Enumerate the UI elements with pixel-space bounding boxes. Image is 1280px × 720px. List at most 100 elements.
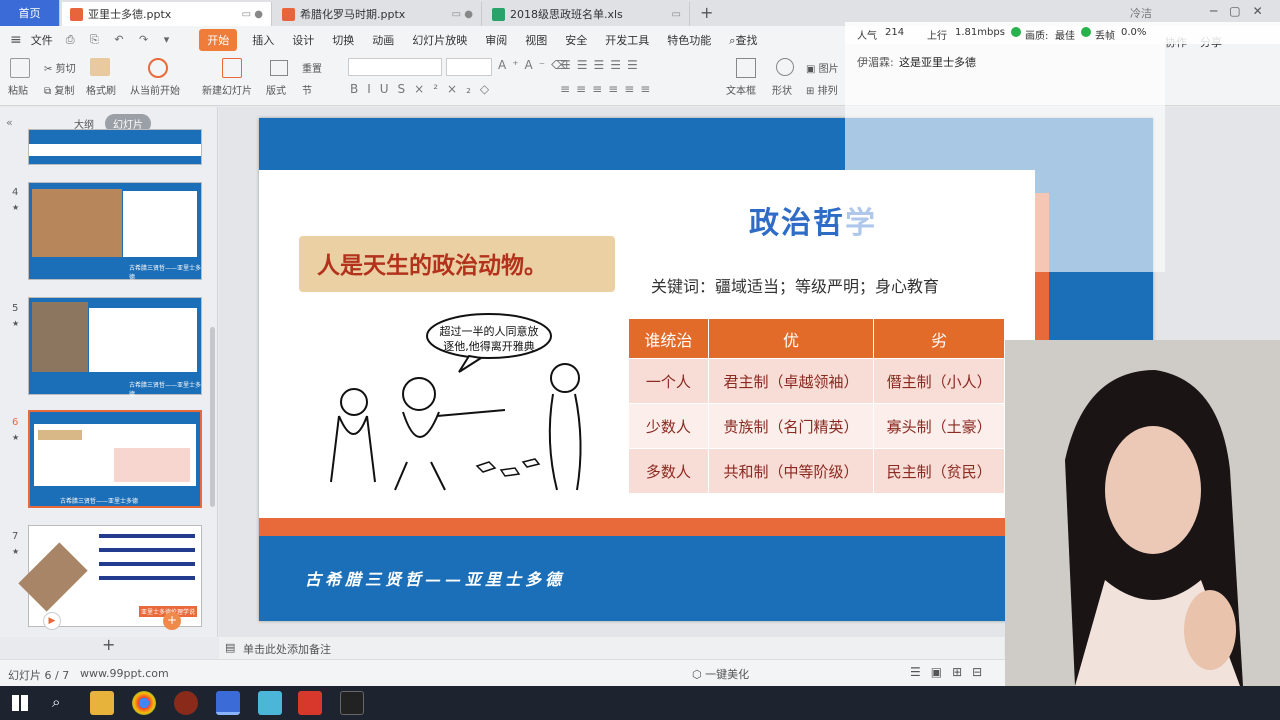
layout-button[interactable]: 版式 [266, 82, 286, 97]
tab-close-icon[interactable]: ▭ ● [242, 9, 263, 20]
add-slide-button[interactable]: + [102, 635, 115, 654]
arrange-label: 排列 [817, 86, 838, 97]
format-painter-button[interactable]: 格式刷 [86, 82, 116, 97]
loss-value: 0.0% [1121, 27, 1147, 38]
menu-animation[interactable]: 动画 [372, 32, 394, 48]
new-slide-icon[interactable] [222, 58, 242, 78]
thumb-card [123, 191, 197, 257]
beautify-label: 一键美化 [705, 668, 750, 681]
thumb-text-line [99, 534, 195, 538]
viewers-label: 人气 [857, 31, 877, 42]
obs-icon[interactable] [340, 691, 364, 715]
menu-transitions[interactable]: 切换 [332, 32, 354, 48]
cut-button[interactable]: ✂ 剪切 [44, 60, 76, 75]
add-slide-float-button[interactable]: + [163, 612, 181, 630]
font-size-select[interactable] [446, 58, 492, 76]
slide-thumbnail-3[interactable] [28, 129, 202, 165]
menu-view[interactable]: 视图 [525, 32, 547, 48]
picture-button[interactable]: ▣ 图片 [806, 60, 839, 75]
tab-close-icon[interactable]: ▭ ● [452, 9, 473, 20]
user-name[interactable]: 冷洁 [1130, 5, 1152, 21]
quick-access-icons[interactable]: ⎙ ⎘ ↶ ↷ ▾ [66, 33, 176, 47]
comment-user: 伊湄霖: [857, 56, 894, 69]
shape-icon[interactable] [776, 58, 794, 76]
tab-home[interactable]: 首页 [0, 0, 60, 26]
tab-class-list-xls[interactable]: 2018级思政班名单.xls ▭ [484, 2, 690, 26]
menu-design[interactable]: 设计 [292, 32, 314, 48]
webcam-portrait [1005, 340, 1280, 686]
app-icon[interactable] [258, 691, 282, 715]
thumb-band [29, 144, 201, 156]
start-from-current-button[interactable]: 从当前开始 [130, 82, 180, 97]
menu-review[interactable]: 审阅 [485, 32, 507, 48]
paste-button[interactable]: 粘贴 [8, 82, 28, 97]
textbox-icon[interactable] [736, 58, 756, 78]
menu-file[interactable]: 文件 [31, 32, 53, 48]
picture-icon: ▣ [806, 64, 816, 75]
menu-features[interactable]: 特色功能 [667, 32, 711, 48]
thumb-text-line [99, 576, 195, 580]
thumb-text-line [99, 548, 195, 552]
slide-thumbnail-5[interactable]: 古希腊三贤哲——亚里士多德 [28, 297, 202, 398]
tab-home-label: 首页 [18, 7, 41, 20]
tab-hellenistic-pptx[interactable]: 希腊化罗马时期.pptx ▭ ● [274, 2, 482, 26]
loss-status-icon [1081, 27, 1091, 37]
layout-icon[interactable] [270, 60, 288, 76]
arrange-button[interactable]: ⊞ 排列 [806, 82, 838, 97]
font-style-buttons[interactable]: BIUS×²×₂◇ [350, 82, 498, 96]
format-painter-icon[interactable] [90, 58, 110, 76]
cut-label: 剪切 [55, 64, 76, 75]
thumb-banner [38, 430, 82, 440]
play-slide-button[interactable]: ▶ [43, 612, 61, 630]
loss-label: 丢帧 [1095, 31, 1115, 42]
thumb-image [18, 542, 88, 612]
menu-slideshow[interactable]: 幻灯片放映 [412, 32, 467, 48]
windows-start-icon[interactable] [12, 695, 28, 711]
app-icon[interactable] [174, 691, 198, 715]
paragraph-icons[interactable]: ☰☰☰☰☰ [560, 58, 644, 72]
chrome-icon[interactable] [132, 691, 156, 715]
panel-scrollbar[interactable] [210, 327, 215, 507]
menu-home[interactable]: 开始 [199, 29, 238, 51]
section-button[interactable]: 节 [302, 82, 312, 97]
app-icon[interactable] [298, 691, 322, 715]
view-mode-icons[interactable]: ☰▣⊞⊟ [910, 665, 992, 679]
reset-button[interactable]: 重置 [302, 60, 322, 75]
slide-thumbnail-6[interactable]: 古希腊三贤哲——亚里士多德 [28, 410, 202, 508]
hamburger-icon[interactable]: ≡ [10, 32, 22, 48]
slide-thumbnail-7[interactable]: 亚里士多德伦理学说 ▶ + [18, 525, 202, 630]
play-icon[interactable] [148, 58, 168, 78]
new-slide-button[interactable]: 新建幻灯片 [202, 82, 252, 97]
file-explorer-icon[interactable] [90, 691, 114, 715]
paste-icon[interactable] [10, 58, 30, 78]
new-tab-button[interactable]: + [700, 3, 713, 22]
window-controls[interactable]: ─▢✕ [1210, 4, 1275, 18]
tab-aristotle-pptx[interactable]: 亚里士多德.pptx ▭ ● [62, 2, 272, 26]
table-header-cell: 谁统治 [628, 318, 709, 359]
notes-pane[interactable]: ▤ 单击此处添加备注 [219, 637, 1004, 659]
slide-thumbnail-4[interactable]: 古希腊三贤哲——亚里士多德 [28, 182, 202, 281]
tab-close-icon[interactable]: ▭ [672, 9, 681, 20]
font-name-select[interactable] [348, 58, 442, 76]
menu-find[interactable]: ⌕查找 [729, 32, 757, 48]
speech-bubble-text: 超过一半的人同意放 逐他,他得离开雅典 [439, 324, 539, 354]
speech-bubble-line-2: 逐他,他得离开雅典 [443, 340, 535, 353]
beautify-button[interactable]: ⬡ 一键美化 [692, 666, 749, 682]
menu-security[interactable]: 安全 [565, 32, 587, 48]
collapse-panel-icon[interactable]: « [6, 116, 13, 129]
table-cell: 少数人 [628, 403, 709, 449]
table-cell: 寡头制（土豪） [873, 403, 1005, 449]
copy-button[interactable]: ⧉ 复制 [44, 82, 74, 97]
menu-insert[interactable]: 插入 [252, 32, 274, 48]
align-icons[interactable]: ≡≡≡≡≡≡ [560, 82, 656, 96]
search-taskbar-icon[interactable]: ⌕ [52, 693, 60, 711]
wps-writer-icon[interactable] [216, 691, 240, 715]
shape-button[interactable]: 形状 [772, 82, 792, 97]
windows-taskbar: ⌕ [0, 686, 1280, 720]
textbox-button[interactable]: 文本框 [726, 82, 756, 97]
notes-placeholder: 单击此处添加备注 [243, 643, 331, 656]
table-cell: 贵族制（名门精英） [707, 403, 875, 449]
menu-developer[interactable]: 开发工具 [605, 32, 649, 48]
politics-table: 谁统治 优 劣 一个人 君主制（卓越领袖） 僭主制（小人） 少数人 贵族制（名门… [628, 318, 1005, 494]
beautify-icon: ⬡ [692, 668, 706, 681]
